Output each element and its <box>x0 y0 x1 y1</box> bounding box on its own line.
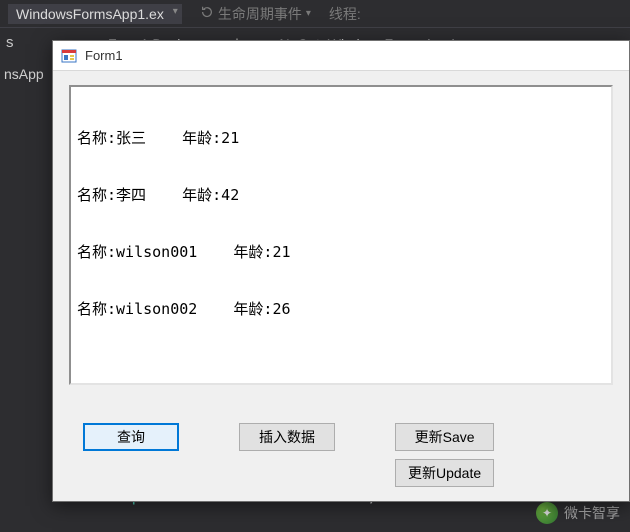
wechat-icon: ✦ <box>536 502 558 524</box>
update-save-button[interactable]: 更新Save <box>395 423 494 451</box>
insert-button[interactable]: 插入数据 <box>239 423 335 451</box>
list-item[interactable]: 名称:wilson001 年龄:21 <box>77 243 605 262</box>
update-button-group: 更新Save 更新Update <box>395 423 494 487</box>
lifecycle-events[interactable]: 生命周期事件 ▾ <box>200 4 311 24</box>
results-listbox[interactable]: 名称:张三 年龄:21 名称:李四 年龄:42 名称:wilson001 年龄:… <box>69 85 613 385</box>
chevron-down-icon: ▾ <box>306 8 311 19</box>
watermark-text: 微卡智享 <box>564 503 620 523</box>
list-item[interactable]: 名称:李四 年龄:42 <box>77 186 605 205</box>
refresh-icon <box>200 5 214 22</box>
threads-combo[interactable]: 线程: <box>329 4 361 24</box>
query-button[interactable]: 查询 <box>83 423 179 451</box>
left-panel-fragment: nsApp <box>0 60 52 88</box>
window-title: Form1 <box>85 48 123 63</box>
button-row: 查询 插入数据 更新Save 更新Update <box>69 423 613 487</box>
app-icon <box>61 48 77 64</box>
lifecycle-label: 生命周期事件 <box>218 4 302 24</box>
process-combo[interactable]: WindowsFormsApp1.ex <box>8 4 182 24</box>
form1-window: Form1 名称:张三 年龄:21 名称:李四 年龄:42 名称:wilson0… <box>52 40 630 502</box>
vs-debug-toolbar: WindowsFormsApp1.ex 生命周期事件 ▾ 线程: <box>0 0 630 28</box>
titlebar[interactable]: Form1 <box>53 41 629 71</box>
client-area: 名称:张三 年龄:21 名称:李四 年龄:42 名称:wilson001 年龄:… <box>53 71 629 501</box>
side-char: s <box>6 34 14 51</box>
watermark: ✦ 微卡智享 <box>536 502 620 524</box>
list-item[interactable]: 名称:张三 年龄:21 <box>77 129 605 148</box>
list-item[interactable]: 名称:wilson002 年龄:26 <box>77 300 605 319</box>
update-update-button[interactable]: 更新Update <box>395 459 494 487</box>
